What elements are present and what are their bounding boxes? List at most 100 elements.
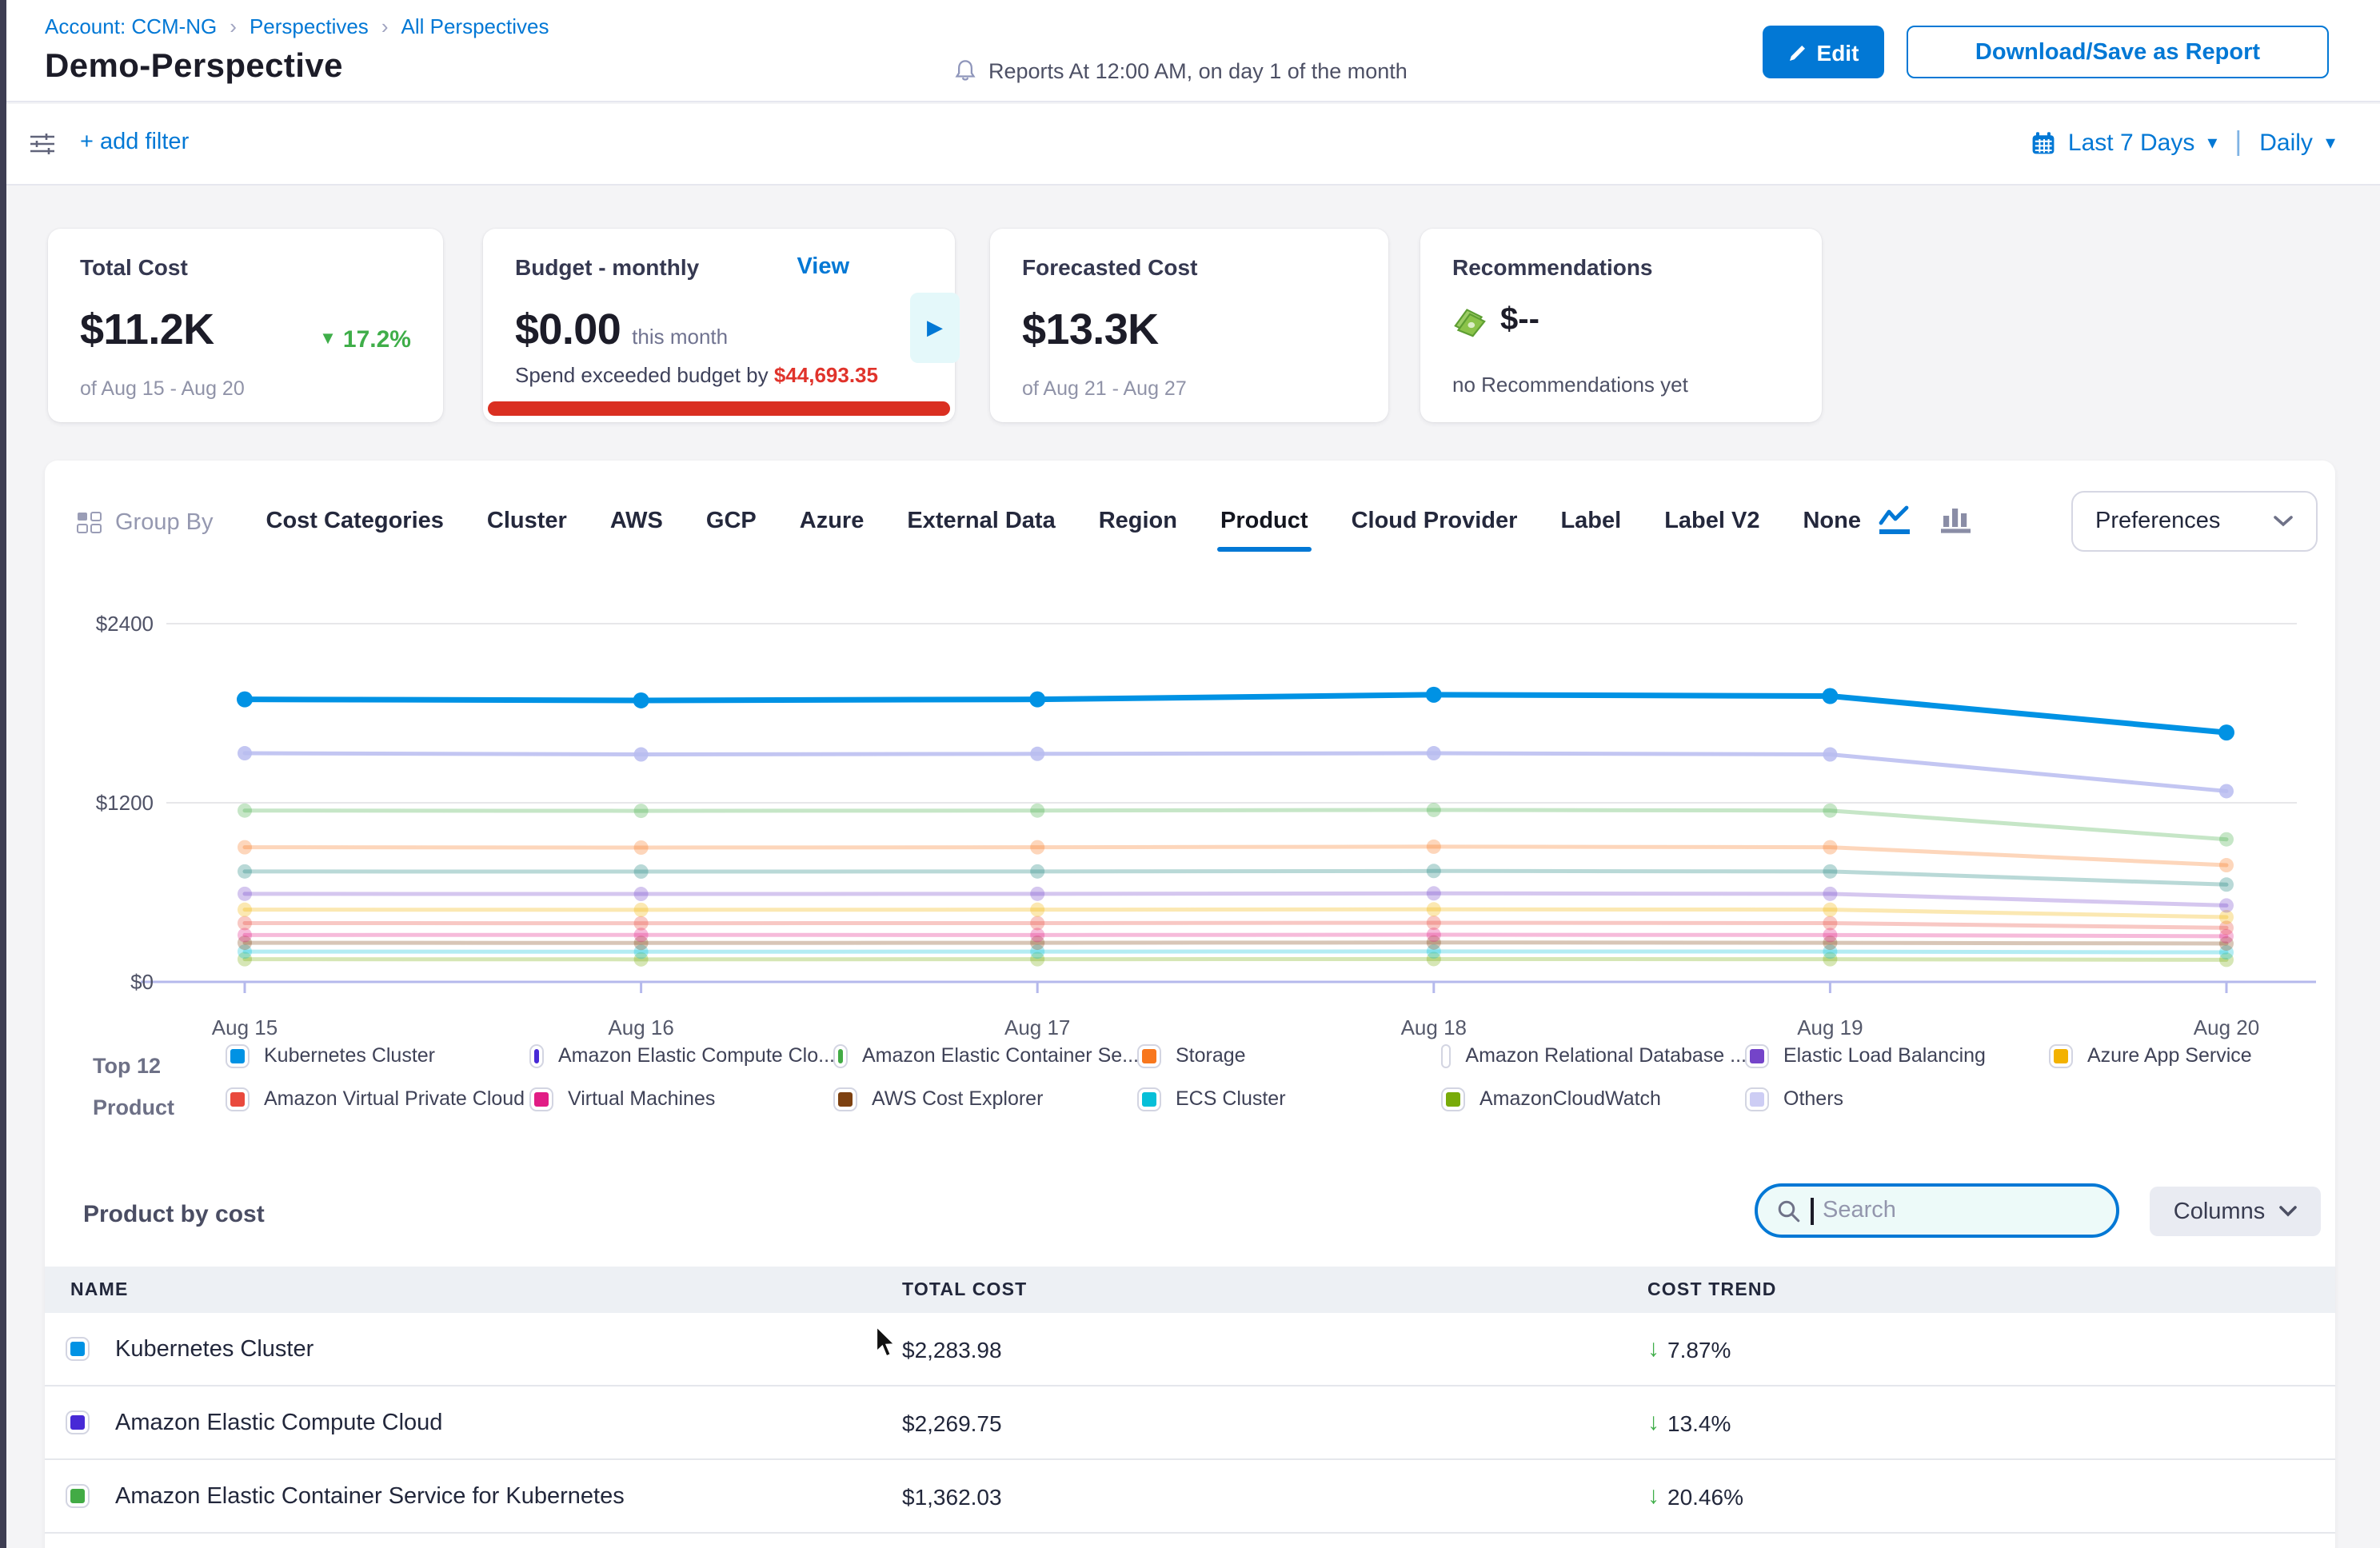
svg-text:Aug 17: Aug 17 [1004, 1015, 1070, 1039]
page-title: Demo-Perspective [45, 48, 343, 86]
legend-item[interactable]: AmazonCloudWatch [1443, 1086, 1747, 1111]
legend-item[interactable]: Amazon Elastic Compute Clo... [531, 1043, 835, 1068]
granularity-select[interactable]: Daily ▾ [2259, 129, 2335, 156]
tab-cloud-provider[interactable]: Cloud Provider [1352, 509, 1518, 537]
legend-item[interactable]: ECS Cluster [1139, 1086, 1443, 1111]
legend-item[interactable]: Storage [1139, 1043, 1443, 1068]
legend-label: Virtual Machines [568, 1087, 715, 1110]
chevron-down-icon: ▾ [2207, 131, 2217, 154]
grid-icon [77, 512, 102, 534]
legend-label: Kubernetes Cluster [264, 1044, 435, 1067]
pencil-icon [1788, 42, 1807, 62]
chevron-down-icon [2279, 1206, 2297, 1217]
legend-item[interactable]: Amazon Relational Database ... [1443, 1043, 1747, 1068]
breadcrumb-separator: › [230, 14, 237, 38]
legend-label: Elastic Load Balancing [1783, 1044, 1986, 1067]
column-header-name[interactable]: NAME [70, 1280, 129, 1299]
card-title: Recommendations [1452, 254, 1790, 280]
download-save-report-button[interactable]: Download/Save as Report [1907, 26, 2329, 78]
legend-item[interactable]: Amazon Elastic Container Se... [835, 1043, 1139, 1068]
legend-label: Amazon Elastic Compute Clo... [558, 1044, 835, 1067]
tab-external-data[interactable]: External Data [907, 509, 1055, 537]
budget-expand-button[interactable]: ▶ [910, 293, 960, 363]
tab-gcp[interactable]: GCP [706, 509, 757, 537]
chevron-down-icon: ▾ [2326, 131, 2335, 154]
tab-aws[interactable]: AWS [610, 509, 663, 537]
preferences-dropdown[interactable]: Preferences [2071, 491, 2318, 552]
legend-label: Amazon Relational Database ... [1465, 1044, 1747, 1067]
tab-azure[interactable]: Azure [800, 509, 865, 537]
tab-none[interactable]: None [1803, 509, 1861, 537]
legend-item[interactable]: Azure App Service [2051, 1043, 2354, 1068]
legend-item[interactable]: Others [1747, 1086, 2051, 1111]
line-chart-icon[interactable] [1876, 504, 1915, 544]
filter-panel-toggle[interactable] [29, 131, 56, 165]
table-row[interactable]: Amazon Elastic Container Service for Kub… [45, 1460, 2335, 1534]
tab-label-v2[interactable]: Label V2 [1664, 509, 1759, 537]
search-input[interactable] [1823, 1198, 2079, 1223]
legend-item[interactable]: Amazon Virtual Private Cloud [227, 1086, 531, 1111]
budget-view-link[interactable]: View [797, 254, 849, 280]
table-row[interactable]: Amazon Elastic Compute Cloud $2,269.75 ↓… [45, 1386, 2335, 1460]
budget-value-suffix: this month [632, 325, 728, 349]
date-period: of Aug 15 - Aug 20 [80, 377, 245, 400]
product-name: Amazon Elastic Container Service for Kub… [115, 1483, 625, 1509]
columns-button[interactable]: Columns [2150, 1187, 2321, 1236]
bar-chart-icon[interactable] [1939, 504, 1974, 544]
series-color-chip [67, 1412, 88, 1433]
series-color-chip [67, 1339, 88, 1359]
cost-trend-cell: ↓ 13.4% [1647, 1409, 1731, 1436]
trend-value: 20.46% [1667, 1483, 1743, 1509]
series-color-chip [1139, 1088, 1160, 1109]
ccm-perspective-page: Account: CCM-NG › Perspectives › All Per… [0, 0, 2380, 1548]
time-controls: Last 7 Days ▾ | Daily ▾ [2031, 126, 2335, 158]
tab-product[interactable]: Product [1220, 509, 1308, 537]
legend-item[interactable]: Virtual Machines [531, 1086, 835, 1111]
trend-value: 13.4% [1667, 1410, 1731, 1435]
legend-title: Top 12 Product [93, 1046, 174, 1129]
series-color-chip [531, 1088, 552, 1109]
download-button-label: Download/Save as Report [1975, 39, 2260, 65]
series-color-chip [1747, 1088, 1767, 1109]
series-color-chip [1139, 1045, 1160, 1066]
cost-delta: ▼ 17.2% [319, 325, 411, 353]
series-color-chip [227, 1045, 248, 1066]
bell-icon [953, 58, 977, 83]
column-header-total-cost[interactable]: TOTAL COST [902, 1280, 1027, 1299]
series-color-chip [835, 1088, 856, 1109]
recommendations-note: no Recommendations yet [1452, 373, 1688, 397]
breadcrumb-perspectives-link[interactable]: Perspectives [250, 14, 369, 38]
tab-cluster[interactable]: Cluster [487, 509, 567, 537]
column-header-cost-trend[interactable]: COST TREND [1647, 1280, 1777, 1299]
trend-value: 7.87% [1667, 1336, 1731, 1362]
tab-label[interactable]: Label [1560, 509, 1621, 537]
breadcrumb-all-perspectives-link[interactable]: All Perspectives [401, 14, 549, 38]
legend-item[interactable]: Kubernetes Cluster [227, 1043, 531, 1068]
tab-region[interactable]: Region [1099, 509, 1177, 537]
triangle-down-icon: ▼ [319, 329, 337, 349]
breadcrumb-account-link[interactable]: Account: CCM-NG [45, 14, 217, 38]
group-by-tabs: Cost Categories Cluster AWS GCP Azure Ex… [266, 509, 1861, 537]
total-cost-cell: $2,269.75 [902, 1410, 1002, 1435]
legend-item[interactable]: AWS Cost Explorer [835, 1086, 1139, 1111]
forecasted-cost-card: Forecasted Cost $13.3K of Aug 21 - Aug 2… [990, 229, 1388, 422]
series-color-chip [1443, 1088, 1464, 1109]
legend-label: Amazon Virtual Private Cloud [264, 1087, 525, 1110]
legend-item[interactable]: Elastic Load Balancing [1747, 1043, 2051, 1068]
play-arrow-icon: ▶ [927, 315, 943, 341]
search-box [1755, 1183, 2119, 1238]
tab-cost-categories[interactable]: Cost Categories [266, 509, 444, 537]
summary-cards: Total Cost $11.2K ▼ 17.2% of Aug 15 - Au… [6, 186, 2380, 461]
report-schedule-text: Reports At 12:00 AM, on day 1 of the mon… [988, 58, 1408, 82]
date-range-select[interactable]: Last 7 Days ▾ [2031, 129, 2218, 156]
edit-button[interactable]: Edit [1763, 26, 1884, 78]
arrow-down-icon: ↓ [1647, 1409, 1659, 1436]
table-row[interactable]: Kubernetes Cluster $2,283.98 ↓ 7.87% [45, 1313, 2335, 1386]
series-color-chip [531, 1045, 542, 1066]
cost-trend-cell: ↓ 7.87% [1647, 1335, 1731, 1362]
card-title: Total Cost [80, 254, 411, 280]
add-filter-button[interactable]: + add filter [80, 130, 189, 155]
preferences-label: Preferences [2095, 509, 2220, 534]
total-cost-card: Total Cost $11.2K ▼ 17.2% of Aug 15 - Au… [48, 229, 443, 422]
cost-trend-line-chart[interactable]: $0$1200$2400Aug 15Aug 16Aug 17Aug 18Aug … [45, 576, 2335, 1055]
